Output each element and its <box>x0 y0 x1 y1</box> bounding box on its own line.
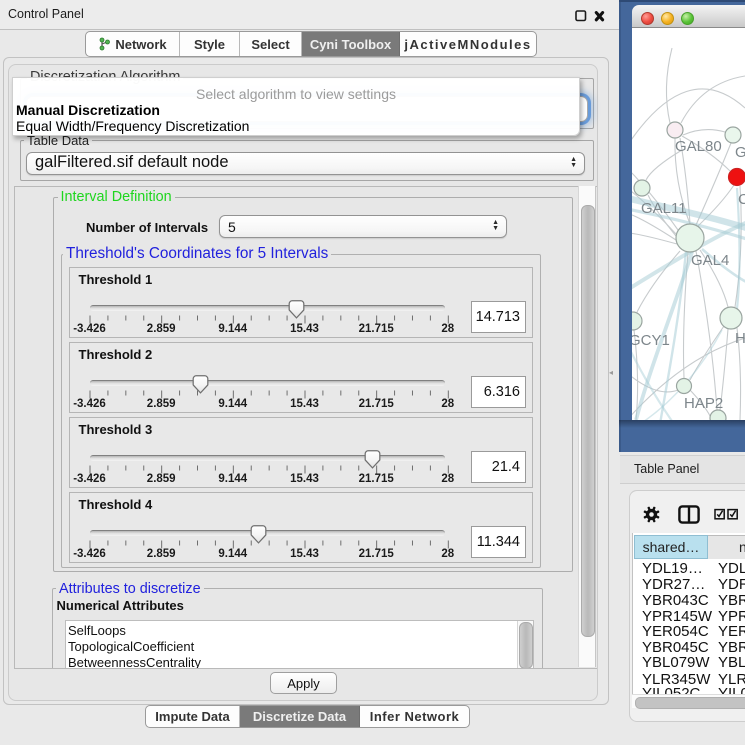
svg-text:GAL4: GAL4 <box>691 252 729 269</box>
svg-text:G.: G. <box>735 144 745 161</box>
svg-text:GAL80: GAL80 <box>675 138 722 155</box>
svg-text:GCY1: GCY1 <box>632 332 670 349</box>
svg-text:H: H <box>735 330 745 347</box>
svg-text:HAP2: HAP2 <box>684 395 723 412</box>
svg-text:C: C <box>738 191 745 208</box>
svg-text:GAL11: GAL11 <box>641 200 687 217</box>
